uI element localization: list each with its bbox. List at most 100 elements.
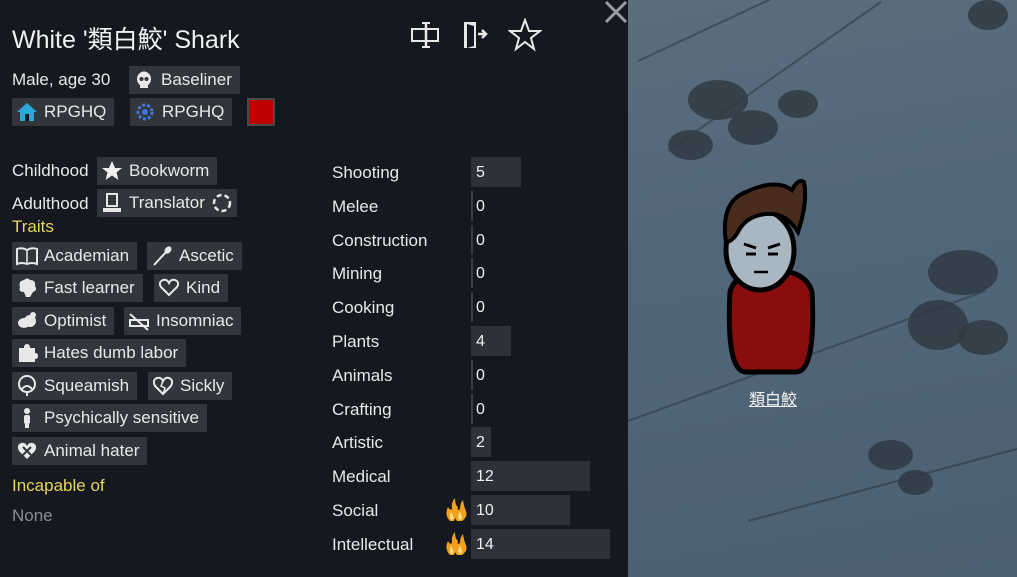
trait-label: Ascetic bbox=[179, 246, 234, 265]
book-icon bbox=[16, 245, 38, 267]
incapable-value: None bbox=[12, 506, 53, 525]
skill-level-value: 0 bbox=[476, 367, 485, 384]
trait-chip[interactable]: Insomniac bbox=[124, 307, 242, 335]
trait-chip[interactable]: Ascetic bbox=[147, 242, 242, 270]
trait-chip[interactable]: Hates dumb labor bbox=[12, 339, 187, 367]
trait-chip[interactable]: Sickly bbox=[148, 372, 233, 400]
skill-level-value: 0 bbox=[476, 232, 485, 249]
favorite-color-swatch[interactable] bbox=[247, 98, 275, 126]
skill-name: Melee bbox=[332, 197, 379, 216]
puzzle-icon bbox=[16, 342, 38, 364]
trait-label: Optimist bbox=[44, 311, 107, 330]
skill-name: Plants bbox=[332, 332, 380, 351]
trait-chip[interactable]: Animal hater bbox=[12, 437, 148, 465]
rock-patch bbox=[668, 130, 713, 160]
trait-chip[interactable]: Psychically sensitive bbox=[12, 404, 207, 432]
skill-name: Medical bbox=[332, 467, 391, 486]
ideoligion-label: RPGHQ bbox=[162, 102, 225, 121]
cloud-icon bbox=[16, 310, 38, 332]
skill-level-value: 0 bbox=[476, 401, 485, 418]
passion-flame-icon bbox=[446, 498, 467, 521]
traits-heading: Traits bbox=[12, 217, 54, 236]
trait-chip[interactable]: Kind bbox=[154, 274, 229, 302]
trait-chip[interactable]: Academian bbox=[12, 242, 138, 270]
no-bed-icon bbox=[128, 310, 150, 332]
rock-patch bbox=[868, 440, 913, 470]
broken-heart-icon bbox=[152, 375, 174, 397]
trait-label: Kind bbox=[186, 278, 221, 297]
rock-patch bbox=[958, 320, 1008, 355]
skill-name: Crafting bbox=[332, 400, 392, 419]
heart-hand-icon bbox=[158, 277, 180, 299]
adulthood-label: Adulthood bbox=[12, 194, 89, 213]
childhood-label: Childhood bbox=[12, 161, 89, 180]
skill-level-value: 0 bbox=[476, 265, 485, 282]
favorite-star-icon[interactable] bbox=[507, 17, 543, 52]
skill-bar-track bbox=[471, 225, 473, 255]
circle-dashed-icon bbox=[211, 192, 233, 214]
skill-name: Artistic bbox=[332, 433, 383, 452]
terrain-line bbox=[637, 0, 820, 62]
ideoligion-chip[interactable]: RPGHQ bbox=[130, 98, 233, 126]
skill-level-value: 0 bbox=[476, 299, 485, 316]
trait-label: Academian bbox=[44, 246, 130, 265]
skill-name: Shooting bbox=[332, 163, 400, 182]
trait-label: Animal hater bbox=[44, 441, 140, 460]
character-name-title: White '類白鮫' Shark bbox=[12, 26, 240, 54]
trait-label: Insomniac bbox=[156, 311, 234, 330]
world-map-view[interactable]: 類白鮫 bbox=[628, 0, 1017, 577]
skill-level-value: 5 bbox=[476, 164, 485, 181]
skill-level-value: 2 bbox=[476, 434, 485, 451]
rock-patch bbox=[898, 470, 933, 495]
gender-age-label: Male, age 30 bbox=[12, 70, 111, 89]
rename-icon[interactable] bbox=[408, 18, 442, 52]
trait-label: Psychically sensitive bbox=[44, 408, 199, 427]
skill-level-value: 10 bbox=[476, 502, 494, 519]
rock-patch bbox=[728, 110, 778, 145]
skill-bar-track bbox=[471, 258, 473, 288]
skill-level-value: 12 bbox=[476, 468, 494, 485]
skill-name: Animals bbox=[332, 366, 393, 385]
skill-level-value: 0 bbox=[476, 198, 485, 215]
squeamish-face-icon bbox=[16, 375, 38, 397]
podium-icon bbox=[101, 192, 123, 214]
xenotype-label: Baseliner bbox=[161, 70, 232, 89]
pawn-name-label[interactable]: 類白鮫 bbox=[733, 386, 813, 410]
gear-icon bbox=[134, 101, 156, 123]
pawn-sprite[interactable] bbox=[716, 172, 826, 382]
trait-label: Sickly bbox=[180, 376, 225, 395]
skill-name: Cooking bbox=[332, 298, 395, 317]
adulthood-backstory-label: Translator bbox=[129, 193, 205, 212]
faction-chip[interactable]: RPGHQ bbox=[12, 98, 115, 126]
trait-label: Hates dumb labor bbox=[44, 343, 179, 362]
spoon-icon bbox=[151, 245, 173, 267]
xenotype-chip[interactable]: Baseliner bbox=[129, 66, 240, 94]
trait-chip[interactable]: Fast learner bbox=[12, 274, 143, 302]
house-icon bbox=[16, 101, 38, 123]
skill-level-value: 14 bbox=[476, 536, 494, 553]
skill-name: Social bbox=[332, 501, 379, 520]
skill-bar-track bbox=[471, 292, 473, 322]
childhood-backstory-chip[interactable]: Bookworm bbox=[97, 157, 218, 185]
brain-icon bbox=[16, 277, 38, 299]
crossed-heart-icon bbox=[16, 440, 38, 462]
rock-patch bbox=[778, 90, 818, 118]
banish-icon[interactable] bbox=[458, 18, 492, 52]
passion-flame-icon bbox=[446, 532, 467, 555]
skill-level-value: 4 bbox=[476, 333, 485, 350]
close-icon[interactable] bbox=[603, 0, 629, 24]
skill-name: Intellectual bbox=[332, 535, 414, 554]
trait-chip[interactable]: Squeamish bbox=[12, 372, 138, 400]
skull-icon bbox=[133, 69, 155, 91]
trait-chip[interactable]: Optimist bbox=[12, 307, 115, 335]
childhood-backstory-label: Bookworm bbox=[129, 161, 210, 180]
skill-name: Construction bbox=[332, 231, 428, 250]
trait-label: Squeamish bbox=[44, 376, 130, 395]
skill-bar-track bbox=[471, 191, 473, 221]
faction-label: RPGHQ bbox=[44, 102, 107, 121]
adulthood-backstory-chip[interactable]: Translator bbox=[97, 189, 237, 217]
psychic-figure-icon bbox=[16, 407, 38, 429]
star-icon bbox=[101, 160, 123, 182]
trait-label: Fast learner bbox=[44, 278, 135, 297]
skill-bar-track bbox=[471, 360, 473, 390]
